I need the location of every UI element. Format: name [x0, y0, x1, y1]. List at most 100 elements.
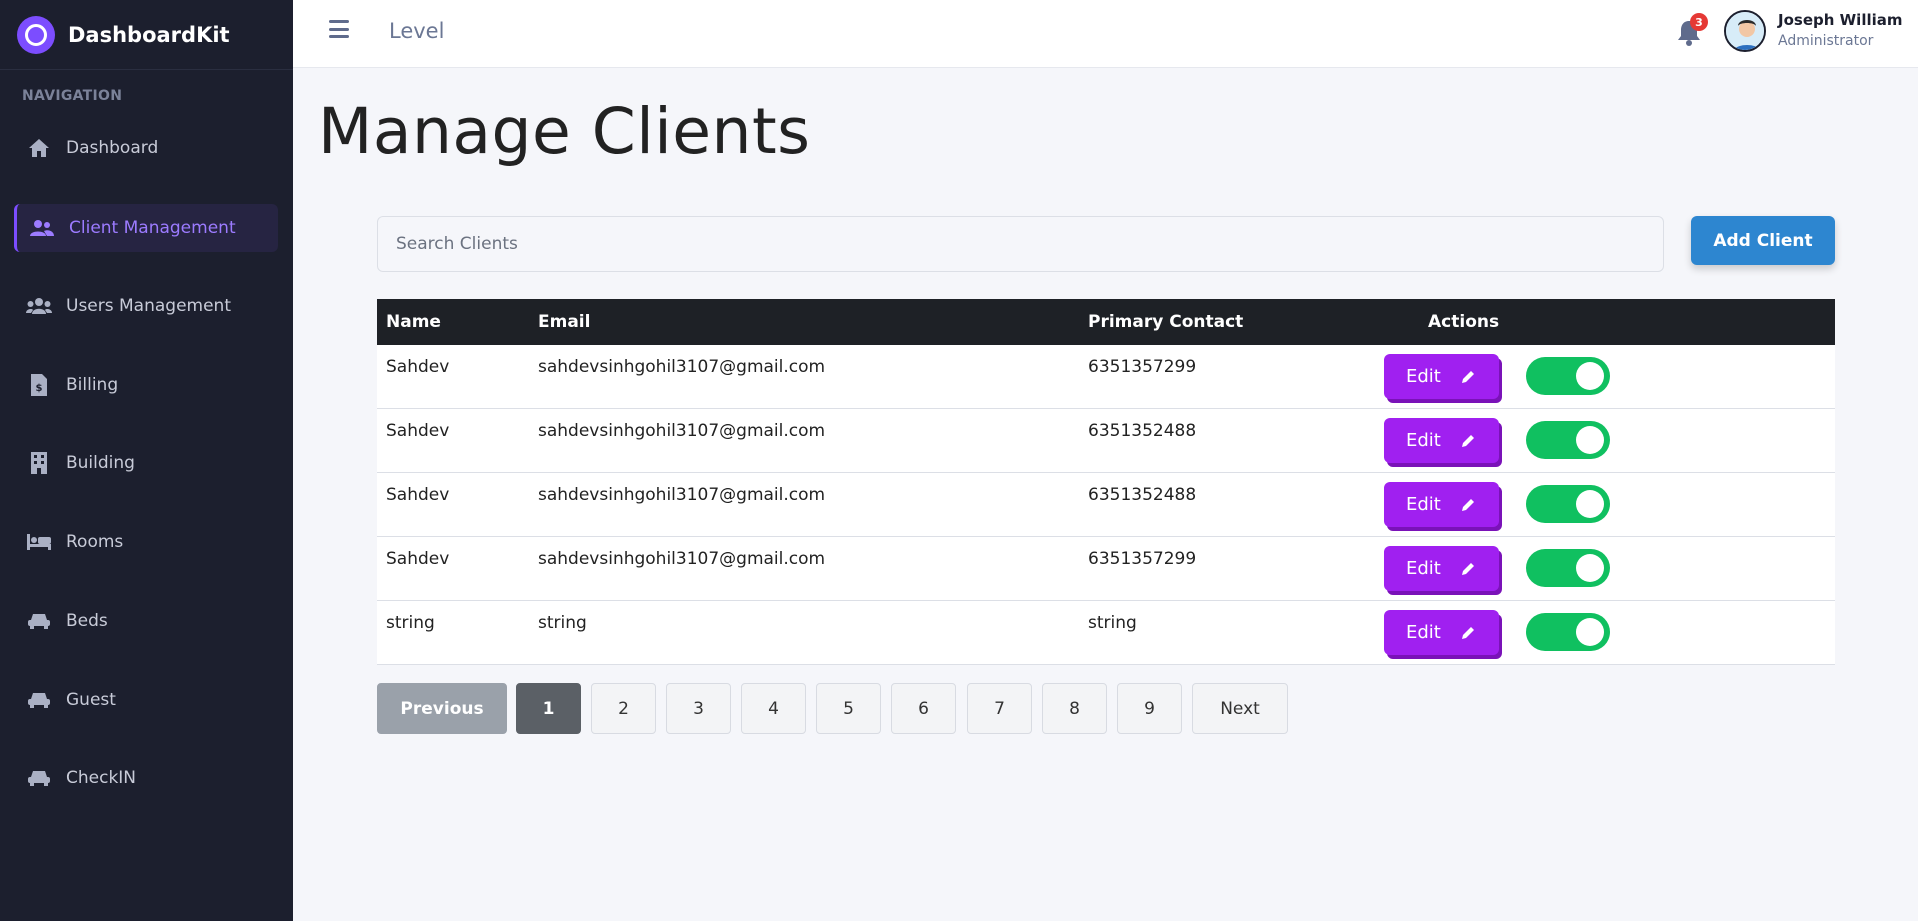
status-toggle[interactable]	[1526, 421, 1610, 459]
breadcrumb: Level	[389, 19, 445, 43]
sidebar-item-rooms[interactable]: Rooms	[14, 518, 278, 566]
sidebar-item-label: Billing	[66, 375, 119, 395]
edit-label: Edit	[1406, 430, 1441, 451]
pencil-icon	[1461, 370, 1474, 383]
car-icon	[26, 688, 52, 712]
pencil-icon	[1461, 626, 1474, 639]
status-toggle[interactable]	[1526, 549, 1610, 587]
page-3-button[interactable]: 3	[666, 683, 731, 734]
group-icon	[26, 294, 52, 318]
column-header-email: Email	[538, 312, 591, 332]
column-header-actions: Actions	[1428, 312, 1500, 332]
status-toggle[interactable]	[1526, 485, 1610, 523]
page-title: Manage Clients	[318, 95, 811, 168]
page-7-button[interactable]: 7	[967, 683, 1032, 734]
cell-name: Sahdev	[386, 421, 450, 441]
page-1-button[interactable]: 1	[516, 683, 581, 734]
sidebar: DashboardKit NAVIGATION Dashboard Client…	[0, 0, 293, 921]
sidebar-item-beds[interactable]: Beds	[14, 597, 278, 645]
edit-label: Edit	[1406, 622, 1441, 643]
page-5-button[interactable]: 5	[816, 683, 881, 734]
menu-icon[interactable]	[329, 20, 349, 38]
edit-button[interactable]: Edit	[1384, 610, 1499, 655]
page-2-button[interactable]: 2	[591, 683, 656, 734]
pencil-icon	[1461, 434, 1474, 447]
cell-phone: 6351357299	[1088, 357, 1197, 377]
pencil-icon	[1461, 498, 1474, 511]
sidebar-item-dashboard[interactable]: Dashboard	[14, 124, 278, 172]
sidebar-item-client-management[interactable]: Client Management	[14, 204, 278, 252]
search-input[interactable]	[377, 216, 1664, 272]
user-name: Joseph William	[1778, 11, 1903, 29]
cell-name: string	[386, 613, 435, 633]
column-header-primary-contact: Primary Contact	[1088, 312, 1244, 332]
cell-name: Sahdev	[386, 485, 450, 505]
add-client-button[interactable]: Add Client	[1691, 216, 1835, 265]
cell-phone: 6351357299	[1088, 549, 1197, 569]
home-icon	[26, 136, 52, 160]
sidebar-item-label: Dashboard	[66, 138, 159, 158]
car-icon	[26, 766, 52, 790]
edit-button[interactable]: Edit	[1384, 418, 1499, 463]
sidebar-item-label: Client Management	[69, 218, 236, 238]
cell-email: sahdevsinhgohil3107@gmail.com	[538, 485, 826, 505]
table-header: Name Email Primary Contact Actions	[377, 299, 1835, 345]
building-icon	[26, 451, 52, 475]
cell-email: string	[538, 613, 587, 633]
previous-button[interactable]: Previous	[377, 683, 507, 734]
edit-button[interactable]: Edit	[1384, 482, 1499, 527]
user-role: Administrator	[1778, 33, 1874, 49]
cell-phone: string	[1088, 613, 1137, 633]
topbar: Level 3 Joseph William Administrator	[293, 0, 1918, 68]
clients-table: Name Email Primary Contact Actions Sahde…	[377, 299, 1835, 665]
sidebar-item-label: Users Management	[66, 296, 231, 316]
page-9-button[interactable]: 9	[1117, 683, 1182, 734]
brand[interactable]: DashboardKit	[0, 0, 293, 70]
svg-text:$: $	[36, 383, 43, 394]
sidebar-item-label: Building	[66, 453, 135, 473]
next-button[interactable]: Next	[1192, 683, 1288, 734]
status-toggle[interactable]	[1526, 613, 1610, 651]
edit-button[interactable]: Edit	[1384, 354, 1499, 399]
status-toggle[interactable]	[1526, 357, 1610, 395]
cell-email: sahdevsinhgohil3107@gmail.com	[538, 357, 826, 377]
pencil-icon	[1461, 562, 1474, 575]
bed-icon	[26, 530, 52, 554]
edit-label: Edit	[1406, 366, 1441, 387]
sidebar-item-label: Beds	[66, 611, 108, 631]
car-icon	[26, 609, 52, 633]
sidebar-item-label: Rooms	[66, 532, 124, 552]
nav-caption: NAVIGATION	[22, 88, 123, 104]
table-row: Sahdev sahdevsinhgohil3107@gmail.com 635…	[377, 473, 1835, 537]
table-row: Sahdev sahdevsinhgohil3107@gmail.com 635…	[377, 537, 1835, 601]
cell-email: sahdevsinhgohil3107@gmail.com	[538, 421, 826, 441]
table-row: string string string Edit	[377, 601, 1835, 665]
brand-logo-icon	[17, 15, 55, 54]
table-row: Sahdev sahdevsinhgohil3107@gmail.com 635…	[377, 409, 1835, 473]
sidebar-item-label: CheckIN	[66, 768, 137, 788]
cell-phone: 6351352488	[1088, 421, 1197, 441]
edit-button[interactable]: Edit	[1384, 546, 1499, 591]
edit-label: Edit	[1406, 494, 1441, 515]
cell-phone: 6351352488	[1088, 485, 1197, 505]
invoice-icon: $	[26, 373, 52, 397]
page-4-button[interactable]: 4	[741, 683, 806, 734]
brand-name: DashboardKit	[68, 22, 230, 47]
sidebar-item-building[interactable]: Building	[14, 439, 278, 487]
sidebar-item-guest[interactable]: Guest	[14, 676, 278, 724]
column-header-name: Name	[386, 312, 441, 332]
page-8-button[interactable]: 8	[1042, 683, 1107, 734]
users-icon	[29, 216, 55, 240]
sidebar-item-users-management[interactable]: Users Management	[14, 282, 278, 330]
notification-badge: 3	[1690, 13, 1708, 31]
edit-label: Edit	[1406, 558, 1441, 579]
table-row: Sahdev sahdevsinhgohil3107@gmail.com 635…	[377, 345, 1835, 409]
cell-email: sahdevsinhgohil3107@gmail.com	[538, 549, 826, 569]
cell-name: Sahdev	[386, 357, 450, 377]
page-6-button[interactable]: 6	[891, 683, 956, 734]
sidebar-item-label: Guest	[66, 690, 116, 710]
sidebar-item-checkin[interactable]: CheckIN	[14, 754, 278, 802]
avatar[interactable]	[1724, 10, 1766, 52]
sidebar-item-billing[interactable]: $ Billing	[14, 361, 278, 409]
cell-name: Sahdev	[386, 549, 450, 569]
